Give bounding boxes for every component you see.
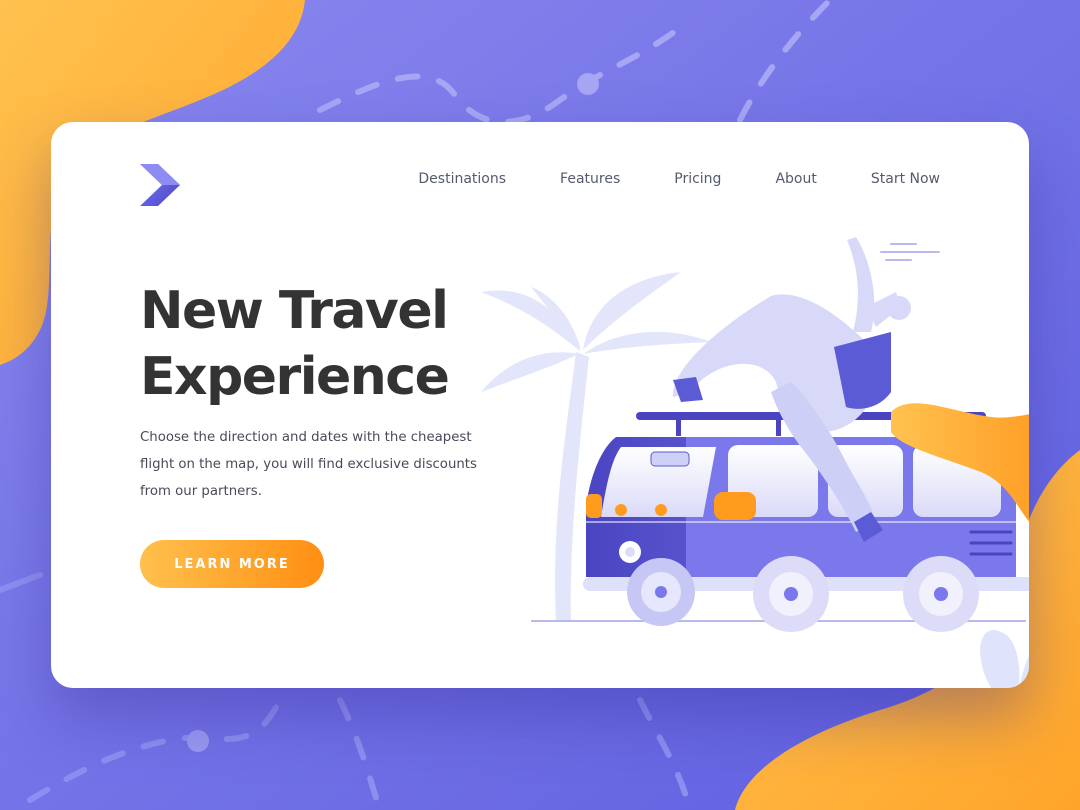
nav-pricing[interactable]: Pricing: [674, 171, 721, 187]
nav-start-now[interactable]: Start Now: [871, 171, 940, 187]
hero-description: Choose the direction and dates with the …: [140, 430, 477, 499]
learn-more-button[interactable]: LEARN MORE: [140, 540, 324, 588]
hero-title-line-2: Experience: [140, 347, 450, 407]
bush-icon: [980, 630, 1029, 688]
main-nav: Destinations Features Pricing About Star…: [418, 171, 940, 187]
chevron-arrow-logo-icon[interactable]: [140, 164, 182, 206]
nav-destinations[interactable]: Destinations: [418, 171, 506, 187]
hero-card: Destinations Features Pricing About Star…: [51, 122, 1029, 688]
nav-features[interactable]: Features: [560, 171, 620, 187]
nav-about[interactable]: About: [775, 171, 816, 187]
travel-van-illustration: [481, 237, 1029, 688]
hero-title-line-1: New Travel: [140, 281, 449, 341]
